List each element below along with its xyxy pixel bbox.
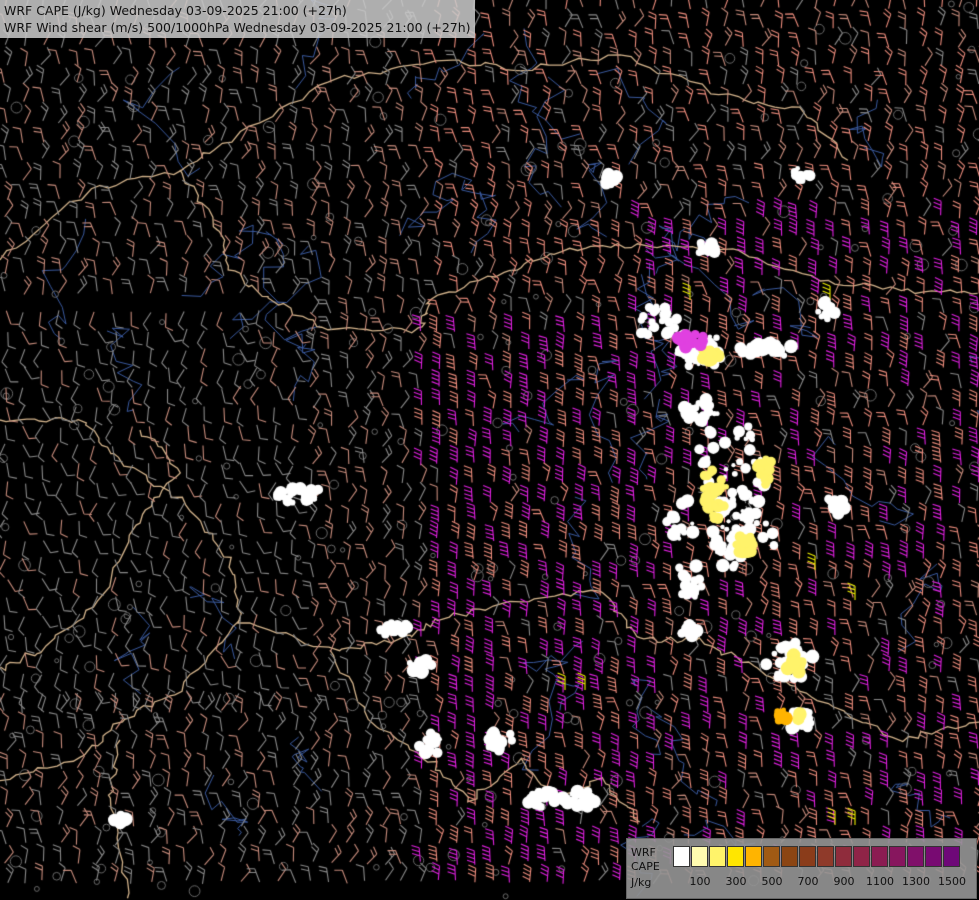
legend-tick-label: 1100: [866, 875, 894, 888]
legend-swatch: [817, 846, 834, 867]
legend-label-model: WRF: [631, 846, 656, 859]
legend-tick-labels: 100 300 500 700 900 1100 1300 1500: [673, 875, 973, 889]
legend-swatch: [871, 846, 888, 867]
legend-tick-label: 300: [725, 875, 747, 888]
legend-swatch: [673, 846, 690, 867]
legend-swatch: [709, 846, 726, 867]
legend-tick-label: 1300: [902, 875, 930, 888]
legend-swatch: [727, 846, 744, 867]
map-title-box: WRF CAPE (J/kg) Wednesday 03-09-2025 21:…: [0, 0, 475, 38]
legend-swatch: [781, 846, 798, 867]
legend-tick-label: 1500: [938, 875, 966, 888]
legend-label-unit: J/kg: [631, 876, 652, 889]
legend-tick-label: 700: [797, 875, 819, 888]
legend-label-param: CAPE: [631, 860, 660, 873]
legend-color-scale: [673, 846, 961, 867]
legend-swatch: [799, 846, 816, 867]
legend-swatch: [853, 846, 870, 867]
legend-swatch: [943, 846, 960, 867]
cape-title: WRF CAPE (J/kg) Wednesday 03-09-2025 21:…: [4, 3, 347, 18]
legend-tick-label: 100: [689, 875, 711, 888]
wind-shear-title: WRF Wind shear (m/s) 500/1000hPa Wednesd…: [4, 20, 471, 35]
legend-swatch: [763, 846, 780, 867]
weather-map: [0, 0, 979, 900]
legend-swatch: [745, 846, 762, 867]
legend-swatch: [835, 846, 852, 867]
legend-swatch: [925, 846, 942, 867]
legend-swatch: [889, 846, 906, 867]
cape-legend: WRF CAPE J/kg 100 300 500 700 900 1100 1300 150…: [626, 838, 977, 899]
legend-swatch: [691, 846, 708, 867]
legend-tick-label: 500: [761, 875, 783, 888]
legend-tick-label: 900: [833, 875, 855, 888]
legend-swatch: [907, 846, 924, 867]
